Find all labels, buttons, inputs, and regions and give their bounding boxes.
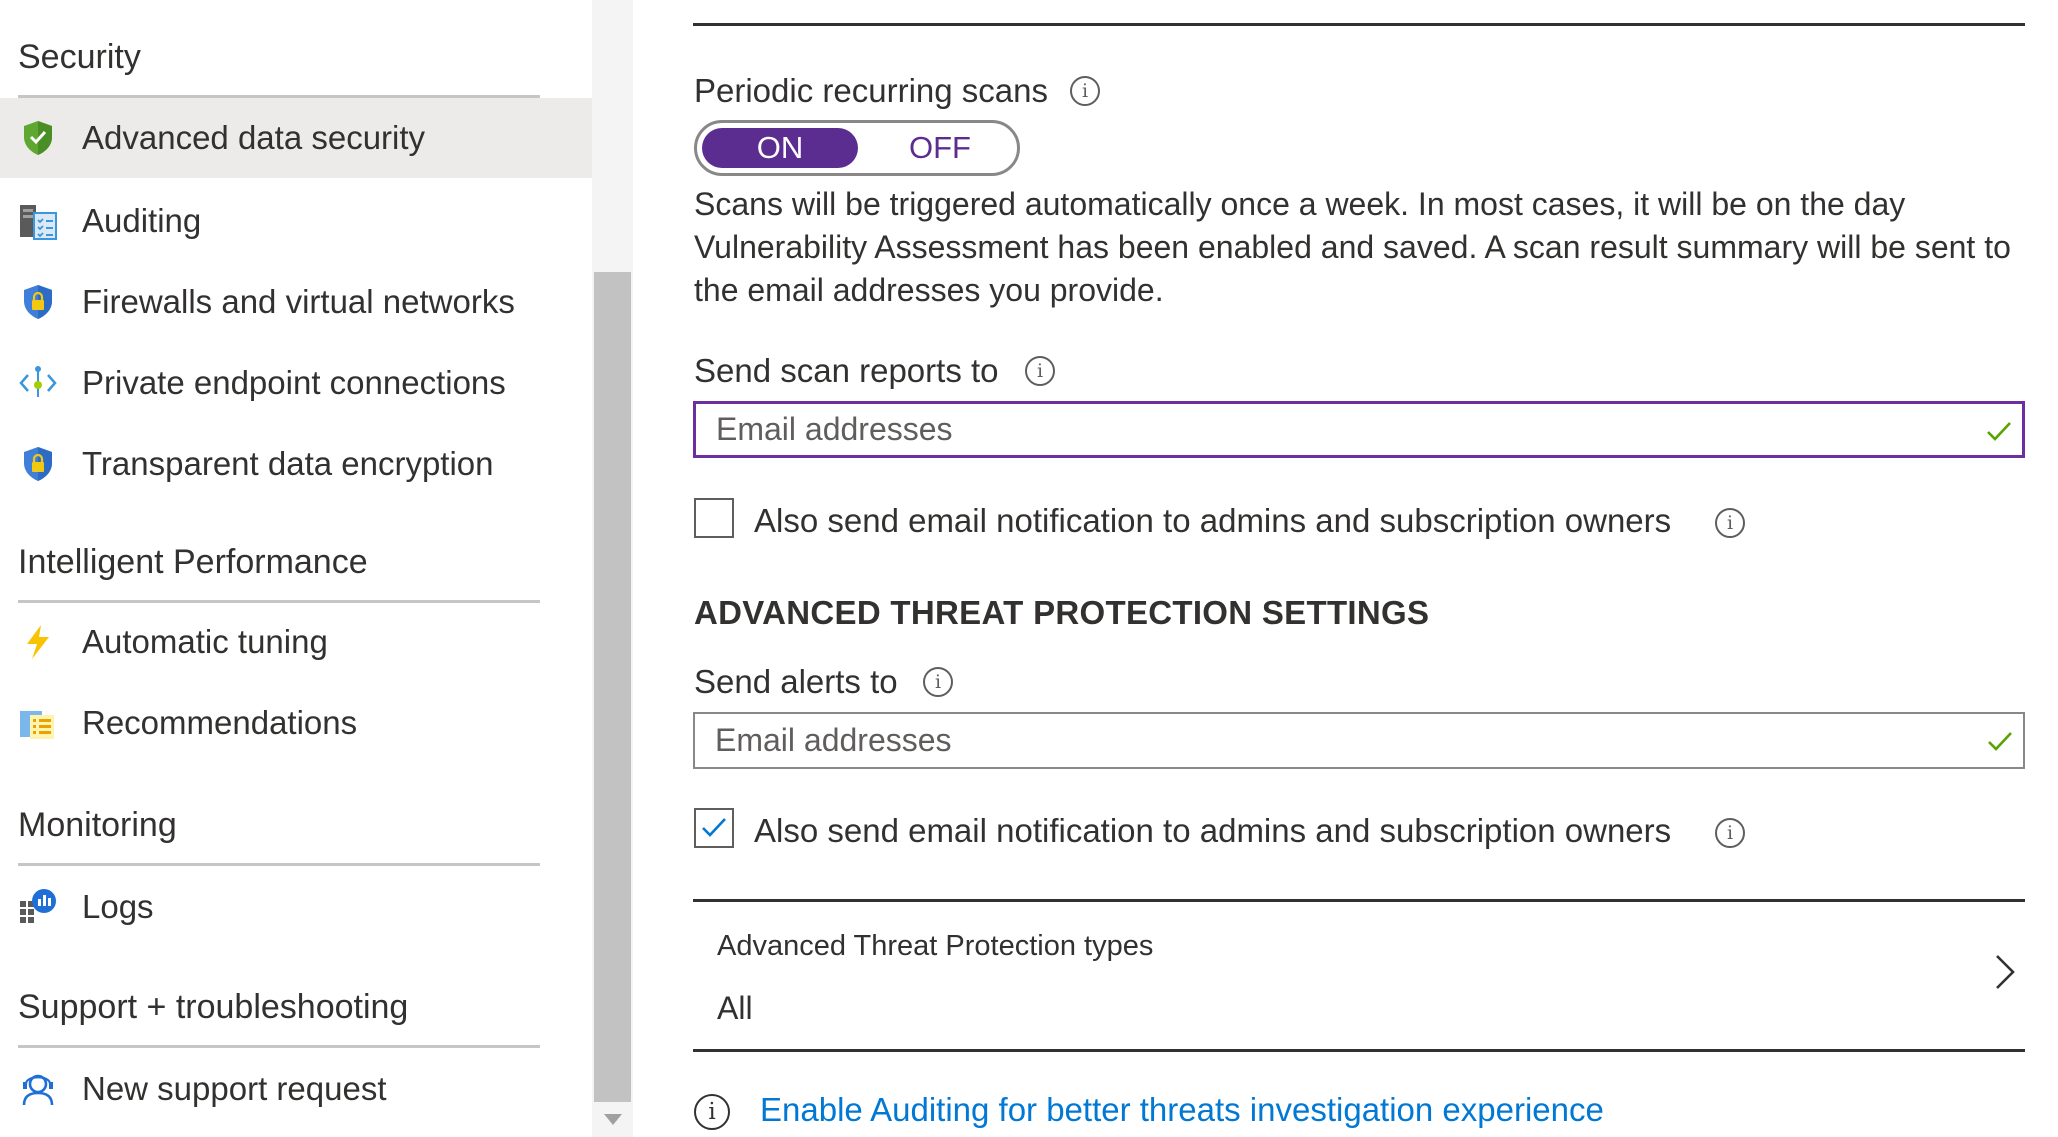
sidebar-item-new-support-request[interactable]: New support request: [0, 1049, 592, 1129]
sidebar-item-label: Recommendations: [82, 704, 358, 741]
scan-reports-label: Send scan reports to: [694, 352, 999, 389]
valid-check-icon: [1987, 422, 2011, 441]
scrollbar-thumb[interactable]: [594, 272, 631, 1102]
valid-check-icon: [1988, 732, 2012, 751]
sidebar-item-logs[interactable]: Logs: [0, 867, 592, 947]
atp-types-bottom-divider: [693, 1049, 2025, 1052]
sidebar-item-transparent-encryption[interactable]: Transparent data encryption: [0, 424, 592, 504]
support-person-icon: [18, 1069, 58, 1109]
atp-types-row[interactable]: Advanced Threat Protection types All: [693, 902, 2025, 1047]
section-title-monitoring: Monitoring: [18, 806, 177, 844]
toggle-on-option[interactable]: ON: [702, 128, 858, 168]
shield-lock-icon: [18, 444, 58, 484]
checkmark-icon: [702, 818, 726, 837]
sidebar-item-automatic-tuning[interactable]: Automatic tuning: [0, 602, 592, 682]
scan-reports-email-field[interactable]: [693, 401, 2025, 458]
toggle-off-option[interactable]: OFF: [867, 128, 1013, 168]
logs-icon: [18, 887, 58, 927]
lightning-icon: [18, 622, 58, 662]
scan-reports-notify-admins-checkbox[interactable]: [694, 498, 734, 538]
shield-check-icon: [18, 118, 58, 158]
atp-types-value: All: [717, 990, 753, 1026]
periodic-scans-description: Scans will be triggered automatically on…: [694, 186, 2011, 308]
section-title-security: Security: [18, 38, 141, 76]
scan-reports-email-input[interactable]: [716, 404, 1966, 455]
chevron-right-icon[interactable]: [1989, 950, 2019, 994]
sidebar-item-label: Private endpoint connections: [82, 364, 506, 401]
atp-types-title: Advanced Threat Protection types: [717, 930, 1154, 962]
info-icon[interactable]: i: [923, 667, 953, 697]
shield-lock-icon: [18, 282, 58, 322]
alerts-notify-admins-checkbox[interactable]: [694, 808, 734, 848]
sidebar-item-label: New support request: [82, 1070, 387, 1107]
info-icon[interactable]: i: [1025, 356, 1055, 386]
scan-reports-notify-admins-label: Also send email notification to admins a…: [754, 502, 1672, 539]
auditing-icon: [18, 201, 58, 241]
info-icon: i: [694, 1094, 730, 1130]
sidebar-item-label: Firewalls and virtual networks: [82, 283, 515, 320]
section-title-support: Support + troubleshooting: [18, 988, 409, 1026]
alerts-notify-admins-label: Also send email notification to admins a…: [754, 812, 1672, 849]
alerts-email-field[interactable]: [693, 712, 2025, 769]
sidebar-item-label: Transparent data encryption: [82, 445, 494, 482]
sidebar-item-private-endpoint[interactable]: Private endpoint connections: [0, 343, 592, 423]
private-endpoint-icon: [18, 363, 58, 403]
periodic-scans-label: Periodic recurring scans: [694, 72, 1048, 109]
sidebar-item-label: Advanced data security: [82, 119, 426, 156]
section-divider: [18, 1045, 540, 1048]
info-icon[interactable]: i: [1715, 818, 1745, 848]
periodic-scans-toggle[interactable]: ON OFF: [694, 120, 1020, 176]
sidebar-item-firewalls[interactable]: Firewalls and virtual networks: [0, 262, 592, 342]
sidebar-item-label: Auditing: [82, 202, 202, 239]
enable-auditing-link[interactable]: Enable Auditing for better threats inves…: [760, 1091, 1604, 1129]
sidebar-item-label: Automatic tuning: [82, 623, 328, 660]
top-divider: [693, 23, 2025, 26]
info-icon[interactable]: i: [1070, 76, 1100, 106]
sidebar-item-auditing[interactable]: Auditing: [0, 181, 592, 261]
sidebar-item-recommendations[interactable]: Recommendations: [0, 683, 592, 763]
sidebar-scrollbar[interactable]: [592, 0, 633, 1137]
section-title-intelligent-performance: Intelligent Performance: [18, 543, 368, 581]
sidebar-item-advanced-data-security[interactable]: Advanced data security: [0, 98, 592, 178]
alerts-label: Send alerts to: [694, 663, 898, 700]
info-icon[interactable]: i: [1715, 508, 1745, 538]
main-content: Periodic recurring scans i ON OFF Scans …: [633, 0, 2058, 1137]
sidebar-item-label: Logs: [82, 888, 154, 925]
section-divider: [18, 863, 540, 866]
recommendations-icon: [18, 703, 58, 743]
alerts-email-input[interactable]: [715, 714, 1965, 767]
scroll-down-arrow-icon[interactable]: [604, 1114, 622, 1125]
sidebar: Security Advanced data security Auditing…: [0, 0, 592, 1137]
atp-settings-heading: ADVANCED THREAT PROTECTION SETTINGS: [694, 594, 1430, 631]
